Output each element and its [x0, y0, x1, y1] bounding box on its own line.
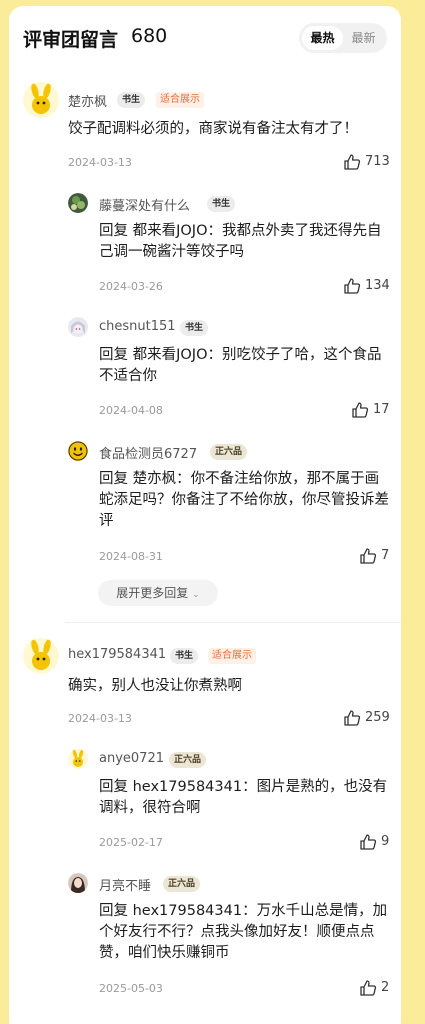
level-badge: 书生: [180, 320, 209, 336]
thumbs-up-icon: [360, 548, 377, 564]
like-button[interactable]: 2: [359, 979, 391, 997]
section-title: 评审团留言: [23, 29, 119, 51]
like-count: 9: [381, 834, 390, 849]
thumbs-up-icon: [344, 278, 361, 294]
yellow-bunny-icon[interactable]: [23, 82, 59, 118]
like-button[interactable]: 134: [343, 277, 391, 295]
reply-date: 2024-08-31: [99, 550, 163, 563]
like-button[interactable]: 17: [351, 401, 391, 419]
thumbs-up-icon: [352, 402, 369, 418]
like-count: 713: [365, 154, 390, 169]
sort-hot-button[interactable]: 最热: [302, 26, 343, 50]
comment-username[interactable]: hex179584341: [68, 647, 166, 662]
like-button[interactable]: 7: [359, 547, 391, 565]
reply-date: 2024-04-08: [99, 404, 163, 417]
anime-girl-avatar-icon[interactable]: [68, 317, 88, 337]
like-count: 134: [365, 278, 390, 293]
reply-text: 回复 楚亦枫：你不备注给你放，那不属于画蛇添足吗？你备注了不给你放，你尽管投诉差…: [99, 469, 391, 532]
level-badge: 书生: [117, 92, 146, 108]
reply-to-label[interactable]: 回复 hex179584341：: [99, 779, 257, 795]
portrait-avatar-icon[interactable]: [68, 873, 88, 893]
like-count: 7: [381, 548, 390, 563]
comment-date: 2024-03-13: [68, 712, 132, 725]
reply-date: 2024-03-26: [99, 280, 163, 293]
thumbs-up-icon: [360, 980, 377, 996]
reply-date: 2025-02-17: [99, 836, 163, 849]
comment-date: 2024-03-13: [68, 156, 132, 169]
smiley-face-icon[interactable]: [68, 441, 88, 461]
chevron-down-icon: ⌄: [192, 590, 200, 600]
reply-to-label[interactable]: 回复 都来看JOJO：: [99, 347, 222, 363]
yellow-bunny-icon[interactable]: [23, 638, 59, 674]
thumbs-up-icon: [344, 154, 361, 170]
rank-badge: 正六品: [210, 444, 248, 460]
reply-username[interactable]: anye0721: [99, 751, 164, 766]
comment-text: 确实，别人也没让你煮熟啊: [68, 678, 242, 694]
expand-more-replies-button[interactable]: 展开更多回复 ⌄: [98, 580, 218, 606]
reply-username[interactable]: chesnut151: [99, 319, 176, 334]
thumbs-up-icon: [360, 834, 377, 850]
level-badge: 书生: [207, 196, 236, 212]
comment-count: 680: [131, 25, 168, 47]
like-button[interactable]: 9: [359, 833, 391, 851]
rank-badge: 正六品: [163, 876, 201, 892]
comments-header: 评审团留言 680 最热 最新: [9, 6, 401, 66]
expand-more-replies-label: 展开更多回复: [116, 586, 189, 600]
reply-text: 回复 hex179584341：图片是熟的，也没有调料，很符合啊: [99, 777, 391, 819]
sort-toggle: 最热 最新: [299, 23, 387, 53]
reply-username[interactable]: 藤蔓深处有什么: [99, 195, 190, 214]
like-count: 2: [381, 980, 390, 995]
like-button[interactable]: 713: [343, 153, 391, 171]
featured-tag: 适合展示: [208, 648, 256, 664]
reply-text: 回复 hex179584341：万水千山总是情，加个好友行不行？点我头像加好友！…: [99, 901, 391, 964]
yellow-bunny-icon[interactable]: [68, 749, 88, 769]
comment-text: 饺子配调料必须的，商家说有备注太有才了！: [68, 121, 358, 137]
like-count: 259: [365, 710, 390, 725]
featured-tag: 适合展示: [156, 92, 204, 108]
level-badge: 书生: [170, 648, 199, 664]
reply-text: 回复 都来看JOJO：别吃饺子了哈，这个食品不适合你: [99, 345, 391, 387]
sort-new-button[interactable]: 最新: [343, 26, 384, 50]
like-count: 17: [373, 402, 390, 417]
green-leaf-avatar-icon[interactable]: [68, 193, 88, 213]
comments-panel: 评审团留言 680 最热 最新 楚亦枫 书生 适合展示 饺子配调料必须的，商家说…: [9, 6, 401, 1024]
reply-text: 回复 都来看JOJO：我都点外卖了我还得先自己调一碗酱汁等饺子吗: [99, 221, 391, 263]
thumbs-up-icon: [344, 710, 361, 726]
reply-to-label[interactable]: 回复 都来看JOJO：: [99, 223, 222, 239]
reply-to-label[interactable]: 回复 楚亦枫：: [99, 471, 191, 487]
comment-divider: [65, 622, 401, 623]
reply-date: 2025-05-03: [99, 982, 163, 995]
like-button[interactable]: 259: [343, 709, 391, 727]
comment-username[interactable]: 楚亦枫: [68, 91, 107, 110]
reply-to-label[interactable]: 回复 hex179584341：: [99, 903, 257, 919]
rank-badge: 正六品: [169, 752, 207, 768]
reply-username[interactable]: 月亮不睡: [99, 875, 151, 894]
reply-username[interactable]: 食品检测员6727: [99, 443, 197, 462]
